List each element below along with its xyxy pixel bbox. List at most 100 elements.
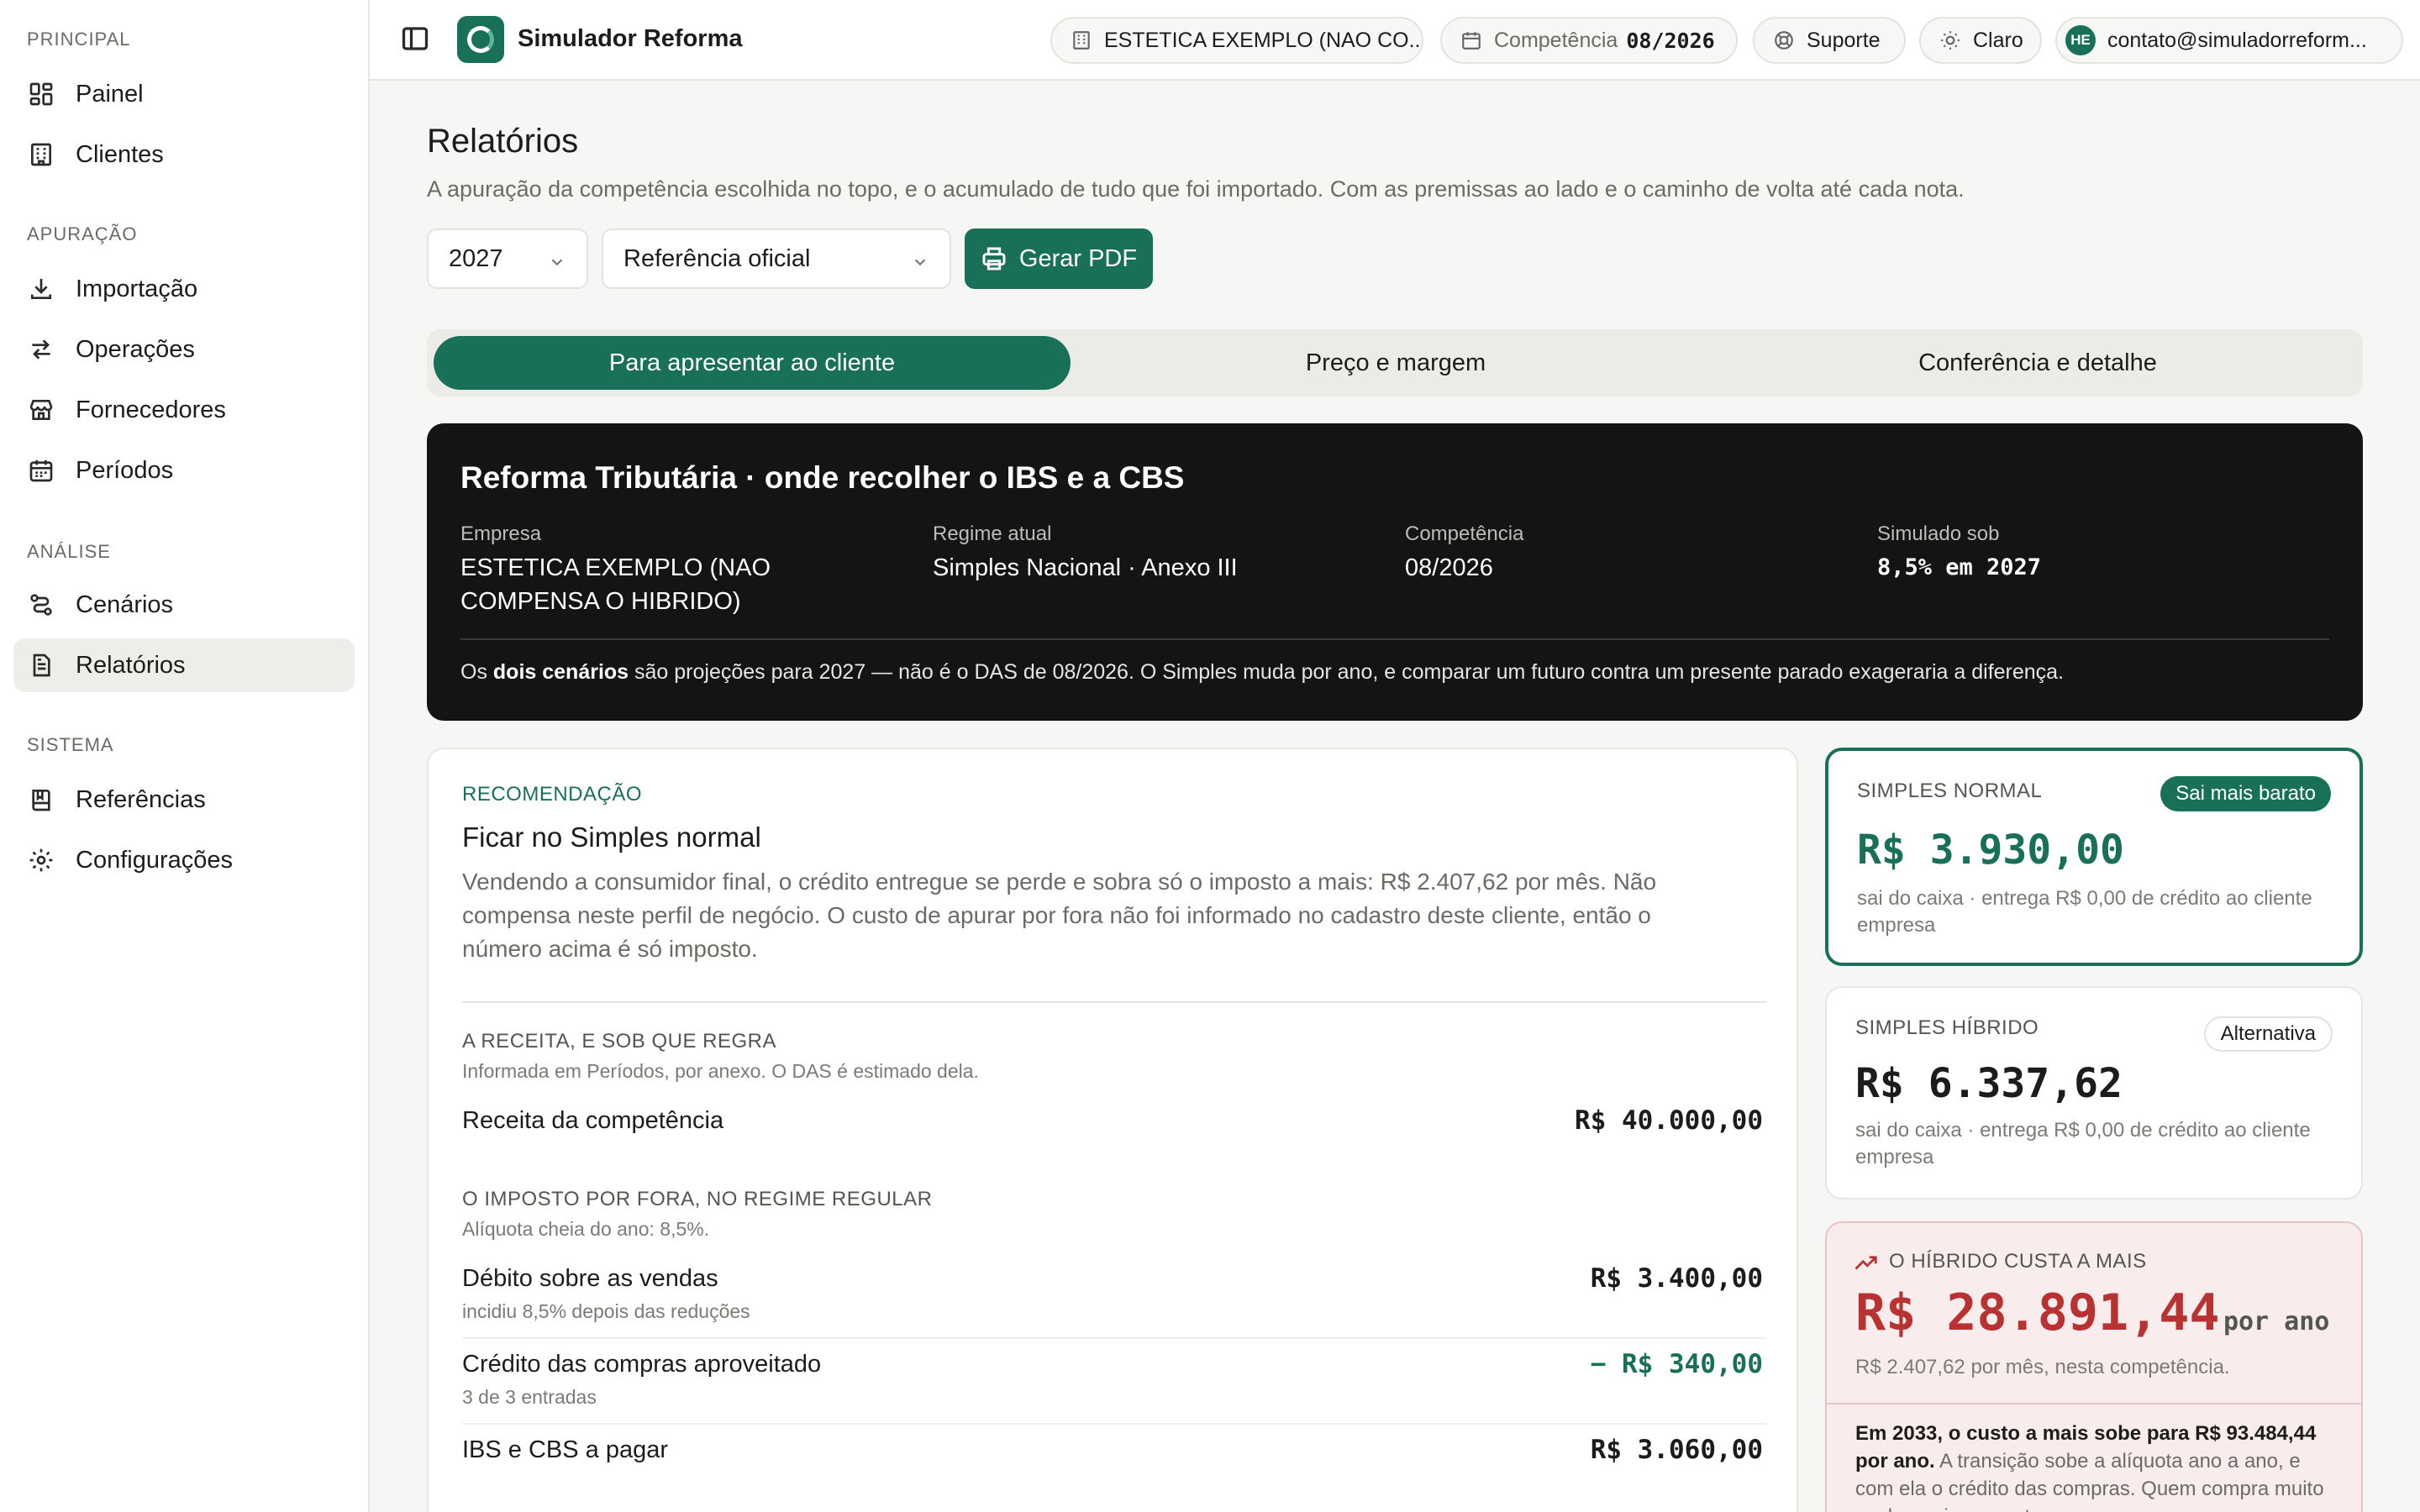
sidebar-item-relatorios[interactable]: Relatórios: [13, 638, 355, 692]
hero-divider: [460, 638, 2329, 640]
hero-field-value: ESTETICA EXEMPLO (NAO COMPENSA O HIBRIDO…: [460, 554, 771, 615]
sidebar-item-label: Configurações: [76, 846, 233, 874]
recommendation-text: Vendendo a consumidor final, o crédito e…: [462, 869, 1657, 962]
sidebar-toggle-button[interactable]: [400, 24, 434, 57]
row-divider: [462, 1423, 1766, 1425]
document-icon: [27, 651, 55, 680]
generate-pdf-button[interactable]: Gerar PDF: [965, 228, 1153, 289]
extra-cost-unit: por ano: [2223, 1307, 2330, 1336]
dashboard-icon: [27, 80, 55, 108]
chevron-down-icon: [911, 250, 929, 269]
sidebar-item-referencias[interactable]: Referências: [13, 773, 355, 827]
recommendation-card: RECOMENDAÇÃO Ficar no Simples normal Ven…: [427, 748, 1798, 1512]
logo-ring-icon: [467, 26, 494, 53]
chevron-down-icon: [548, 250, 566, 269]
recommendation-title: Ficar no Simples normal: [462, 822, 761, 853]
route-icon: [27, 591, 55, 619]
hero-field-label: Empresa: [460, 522, 542, 545]
book-icon: [27, 785, 55, 814]
tab-conferencia-detalhe[interactable]: Conferência e detalhe: [1719, 336, 2356, 390]
hero-field-value: Simples Nacional · Anexo III: [933, 554, 1238, 581]
hero-field-competencia: Competência 08/2026: [1405, 522, 1859, 585]
hero-field-label: Regime atual: [933, 522, 1052, 545]
row-divider: [462, 1337, 1766, 1339]
year-select[interactable]: 2027: [427, 228, 588, 289]
row-credito-sub: 3 de 3 entradas: [462, 1386, 597, 1408]
group-receita-note: Informada em Períodos, por anexo. O DAS …: [462, 1060, 979, 1082]
sidebar-item-painel[interactable]: Painel: [13, 67, 355, 121]
row-pagar-value: R$ 3.060,00: [1590, 1435, 1763, 1465]
recommendation-tag: RECOMENDAÇÃO: [462, 783, 643, 806]
hero-note-pre: Os: [460, 660, 493, 684]
download-icon: [27, 275, 55, 303]
app-logo[interactable]: [457, 16, 504, 63]
sidebar-item-operacoes[interactable]: Operações: [13, 323, 355, 376]
competencia-label: Competência: [1494, 28, 1618, 52]
card-simples-normal: SIMPLES NORMAL Sai mais barato R$ 3.930,…: [1825, 748, 2363, 966]
avatar: HE: [2065, 25, 2096, 55]
swap-icon: [27, 335, 55, 364]
calendar-icon: [1460, 29, 1482, 51]
hero-field-value: 08/2026: [1405, 554, 1493, 581]
sidebar: PRINCIPAL Painel Clientes APURAÇÃO Impor…: [0, 0, 370, 1512]
printer-icon: [982, 247, 1006, 270]
competencia-selector[interactable]: Competência 08/2026: [1440, 17, 1738, 64]
store-icon: [27, 396, 55, 424]
page-subtitle: A apuração da competência escolhida no t…: [427, 176, 1965, 202]
panel-left-icon: [402, 27, 429, 50]
user-menu[interactable]: HE contato@simuladorreform...: [2055, 17, 2403, 64]
extra-cost-explanation: Em 2033, o custo a mais sobe para R$ 93.…: [1855, 1420, 2343, 1512]
page-title: Relatórios: [427, 123, 579, 160]
competencia-value: 08/2026: [1626, 28, 1715, 53]
company-name: ESTETICA EXEMPLO (NAO CO...: [1104, 28, 1423, 52]
user-email: contato@simuladorreform...: [2107, 28, 2367, 52]
company-selector[interactable]: ESTETICA EXEMPLO (NAO CO...: [1050, 17, 1423, 64]
report-tabs: Para apresentar ao cliente Preço e marge…: [427, 329, 2363, 396]
card-note: sai do caixa · entrega R$ 0,00 de crédit…: [1857, 887, 2312, 937]
card-note: sai do caixa · entrega R$ 0,00 de crédit…: [1855, 1119, 2311, 1168]
building-icon: [1071, 29, 1092, 51]
tab-preco-margem[interactable]: Preço e margem: [1077, 336, 1714, 390]
support-button[interactable]: Suporte: [1753, 17, 1906, 64]
divider: [1827, 1403, 2361, 1404]
theme-toggle[interactable]: Claro: [1919, 17, 2042, 64]
sun-icon: [1939, 29, 1961, 51]
gear-icon: [27, 846, 55, 874]
hero-title: Reforma Tributária · onde recolher o IBS…: [460, 460, 1185, 495]
card-label: O HÍBRIDO CUSTA A MAIS: [1889, 1250, 2147, 1273]
card-value: R$ 6.337,62: [1855, 1060, 2123, 1107]
hero-note-bold: dois cenários: [492, 660, 629, 684]
sidebar-item-label: Clientes: [76, 140, 164, 168]
sidebar-item-label: Cenários: [76, 591, 174, 618]
sidebar-item-clientes[interactable]: Clientes: [13, 128, 355, 181]
sidebar-item-importacao[interactable]: Importação: [13, 262, 355, 316]
summary-hero: Reforma Tributária · onde recolher o IBS…: [427, 423, 2363, 721]
card-label: SIMPLES NORMAL: [1857, 780, 2043, 802]
trend-up-icon: [1854, 1256, 1877, 1270]
sidebar-item-configuracoes[interactable]: Configurações: [13, 833, 355, 887]
reference-select[interactable]: Referência oficial: [602, 228, 951, 289]
row-credito-value: − R$ 340,00: [1590, 1349, 1763, 1379]
calendar-icon: [27, 456, 55, 485]
top-bar: Simulador Reforma ESTETICA EXEMPLO (NAO …: [370, 0, 2420, 81]
sidebar-item-periodos[interactable]: Períodos: [13, 444, 355, 497]
hero-field-label: Simulado sob: [1877, 522, 2000, 545]
reference-select-value: Referência oficial: [623, 244, 811, 272]
section-sistema: SISTEMA: [27, 734, 114, 755]
sidebar-item-fornecedores[interactable]: Fornecedores: [13, 383, 355, 437]
row-debito-sub: incidiu 8,5% depois das reduções: [462, 1300, 750, 1322]
sidebar-item-label: Referências: [76, 785, 206, 813]
sidebar-item-label: Relatórios: [76, 651, 186, 679]
extra-cost-value: R$ 28.891,44: [1855, 1284, 2220, 1342]
hero-note-post: são projeções para 2027 — não é o DAS de…: [629, 660, 2065, 684]
row-debito-label: Débito sobre as vendas: [462, 1265, 718, 1292]
tab-apresentar-cliente[interactable]: Para apresentar ao cliente: [434, 336, 1071, 390]
app-title: Simulador Reforma: [518, 25, 743, 52]
card-label: SIMPLES HÍBRIDO: [1855, 1016, 2039, 1039]
generate-pdf-label: Gerar PDF: [1018, 244, 1138, 272]
row-pagar-label: IBS e CBS a pagar: [462, 1436, 669, 1463]
year-select-value: 2027: [449, 244, 503, 272]
group-imposto-label: O IMPOSTO POR FORA, NO REGIME REGULAR: [462, 1188, 933, 1210]
sidebar-item-cenarios[interactable]: Cenários: [13, 578, 355, 632]
badge-alternative: Alternativa: [2203, 1016, 2333, 1052]
